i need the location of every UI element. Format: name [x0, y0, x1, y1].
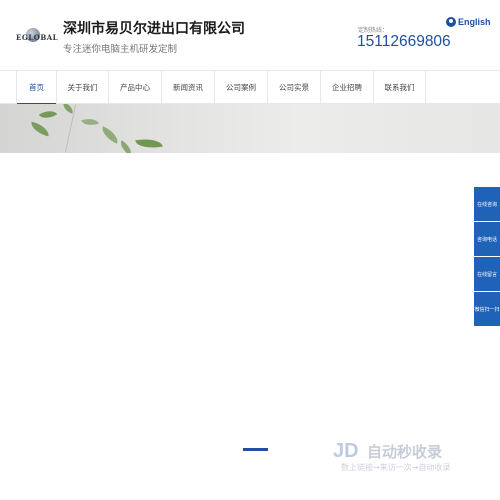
hotline-number[interactable]: 15112669806: [357, 33, 451, 51]
plant-leaf: [117, 140, 135, 153]
wechat-scan-button[interactable]: 微信扫一扫: [474, 292, 500, 326]
main-nav: 首页 关于我们 产品中心 新闻资讯 公司案例 公司实景 企业招聘 联系我们: [0, 70, 500, 105]
nav-item-about[interactable]: 关于我们: [56, 71, 108, 104]
site-header: EGLOBAL 深圳市易贝尔进出口有限公司 专注迷你电脑主机研发定制 定制热线：…: [0, 0, 500, 70]
nav-item-home[interactable]: 首页: [16, 71, 56, 105]
plant-leaf: [38, 106, 58, 123]
online-consult-button[interactable]: 在线咨询: [474, 187, 500, 221]
company-name: 深圳市易贝尔进出口有限公司: [63, 21, 245, 37]
language-label[interactable]: English: [458, 17, 491, 27]
plant-leaf: [81, 116, 99, 128]
floating-sidebar: 在线咨询 咨询电话 在线留言 微信扫一扫: [474, 187, 500, 327]
plant-leaf: [29, 121, 51, 137]
watermark: JD 自动秒收录 数上链接→来访一次→自动收录: [333, 440, 485, 476]
plant-leaf: [135, 135, 163, 152]
logo-text: EGLOBAL: [16, 33, 59, 42]
nav-item-contact[interactable]: 联系我们: [373, 71, 426, 104]
nav-item-scenes[interactable]: 公司实景: [267, 71, 320, 104]
watermark-logo: JD: [333, 440, 359, 462]
nav-item-cases[interactable]: 公司案例: [214, 71, 267, 104]
language-switch[interactable]: English: [446, 17, 491, 27]
nav-item-products[interactable]: 产品中心: [108, 71, 161, 104]
nav-item-news[interactable]: 新闻资讯: [161, 71, 214, 104]
phone-consult-button[interactable]: 咨询电话: [474, 222, 500, 256]
online-message-button[interactable]: 在线留言: [474, 257, 500, 291]
plant-leaf: [98, 126, 122, 144]
nav-item-jobs[interactable]: 企业招聘: [320, 71, 373, 104]
section-divider: [243, 448, 268, 451]
language-globe-icon: [446, 17, 456, 27]
hero-banner: [0, 104, 500, 153]
company-logo[interactable]: EGLOBAL: [16, 28, 58, 48]
watermark-subtitle: 数上链接→来访一次→自动收录: [341, 463, 451, 472]
watermark-title: 自动秒收录: [367, 443, 443, 461]
company-slogan: 专注迷你电脑主机研发定制: [63, 44, 178, 55]
